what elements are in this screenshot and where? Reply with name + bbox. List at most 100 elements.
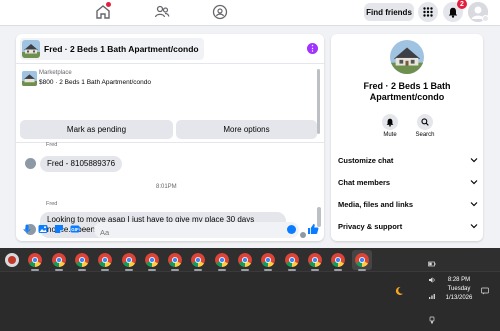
media-files-links-row[interactable]: Media, files and links <box>338 196 478 212</box>
search-label: Search <box>415 132 435 138</box>
emoji-icon[interactable] <box>287 225 296 234</box>
bell-icon <box>448 7 458 18</box>
chrome-icon[interactable] <box>191 253 206 267</box>
running-indicator <box>77 269 86 271</box>
notification-badge: 2 <box>457 0 467 9</box>
message-composer: GIF <box>16 219 324 241</box>
mark-as-pending-button[interactable]: Mark as pending <box>20 120 173 139</box>
chevron-down-icon <box>470 224 478 229</box>
chrome-icon[interactable] <box>307 253 322 267</box>
running-indicator <box>217 269 226 271</box>
running-indicator <box>54 269 63 271</box>
svg-text:GIF: GIF <box>71 227 79 232</box>
taskbar-app-icon[interactable] <box>5 253 19 267</box>
battery-icon[interactable] <box>428 260 436 268</box>
thumbs-up-icon[interactable] <box>307 223 319 235</box>
running-indicator <box>171 269 180 271</box>
message-sender: Fred <box>46 201 58 207</box>
sticker-icon[interactable] <box>54 224 64 234</box>
groups-icon[interactable] <box>212 4 228 20</box>
chrome-icon[interactable] <box>214 253 229 267</box>
chevron-down-icon <box>470 202 478 207</box>
chat-details-panel: Fred · 2 Beds 1 Bath Apartment/condo Mut… <box>331 34 483 241</box>
running-indicator <box>357 269 366 271</box>
sender-avatar[interactable] <box>25 158 36 169</box>
microphone-icon[interactable] <box>22 224 32 234</box>
chevron-down-icon <box>470 158 478 163</box>
running-indicator <box>124 269 133 271</box>
notifications-button[interactable]: 2 <box>443 0 467 22</box>
account-dropdown-caret[interactable] <box>482 15 489 22</box>
more-options-button[interactable]: More options <box>176 120 317 139</box>
windows-taskbar <box>0 248 500 331</box>
gif-icon[interactable]: GIF <box>70 224 80 234</box>
chrome-icon[interactable] <box>144 253 159 267</box>
home-notification-dot <box>106 2 111 7</box>
listing-scrollbar[interactable] <box>317 69 320 134</box>
chrome-icon[interactable] <box>261 253 276 267</box>
clock-time: 8:28 PM <box>447 277 471 283</box>
customize-chat-row[interactable]: Customize chat <box>338 152 478 168</box>
section-label: Media, files and links <box>338 199 414 209</box>
message-thread: Fred Fred - 8105889376 8:01PM Fred Looki… <box>16 142 324 238</box>
chat-title: Fred · 2 Beds 1 Bath Apartment/condo <box>44 44 199 54</box>
running-indicator <box>334 269 343 271</box>
section-label: Privacy & support <box>338 221 403 231</box>
bell-icon <box>386 118 394 127</box>
running-indicator <box>147 269 156 271</box>
search-button[interactable]: Search <box>410 114 440 138</box>
running-indicator <box>310 269 319 271</box>
chrome-icon[interactable] <box>168 253 183 267</box>
listing-description[interactable]: $800 · 2 Beds 1 Bath Apartment/condo <box>39 79 151 86</box>
message-text-field[interactable] <box>94 224 299 241</box>
chat-panel: Fred · 2 Beds 1 Bath Apartment/condo ⋮ M… <box>16 34 324 241</box>
system-clock[interactable]: 8:28 PM Tuesday 1/13/2026 <box>441 276 477 303</box>
chrome-icon[interactable] <box>74 253 89 267</box>
privacy-support-row[interactable]: Privacy & support <box>338 218 478 234</box>
chat-title-pill[interactable]: Fred · 2 Beds 1 Bath Apartment/condo <box>20 38 204 60</box>
chrome-icon[interactable] <box>51 253 66 267</box>
chrome-icon[interactable] <box>121 253 136 267</box>
message-timestamp: 8:01PM <box>156 184 177 190</box>
clock-date: 1/13/2026 <box>445 295 473 301</box>
notification-center-icon[interactable] <box>481 287 489 295</box>
running-indicator <box>287 269 296 271</box>
top-navigation-bar: Find friends 2 <box>0 0 500 26</box>
chrome-icon[interactable] <box>238 253 252 267</box>
info-icon[interactable]: ⋮ <box>307 43 318 54</box>
running-indicator <box>194 269 203 271</box>
find-friends-button[interactable]: Find friends <box>364 3 414 21</box>
volume-icon[interactable] <box>428 276 436 284</box>
photo-icon[interactable] <box>38 224 48 234</box>
mute-label: Mute <box>383 132 397 138</box>
listing-thumbnail <box>22 40 40 58</box>
chrome-icon[interactable] <box>284 253 299 267</box>
moon-icon[interactable] <box>394 286 404 296</box>
running-indicator <box>241 269 249 271</box>
listing-photo <box>390 40 424 74</box>
taskbar-apps <box>0 248 500 272</box>
message-input[interactable] <box>94 222 299 241</box>
message-bubble: Fred - 8105889376 <box>40 156 123 172</box>
chrome-icon[interactable] <box>28 253 43 267</box>
menu-button[interactable] <box>418 2 438 22</box>
usb-icon[interactable] <box>428 316 436 324</box>
marketplace-label: Marketplace <box>39 70 72 76</box>
chat-header: Fred · 2 Beds 1 Bath Apartment/condo ⋮ <box>16 34 324 64</box>
network-icon[interactable] <box>428 292 436 300</box>
section-label: Chat members <box>338 177 391 187</box>
running-indicator <box>101 269 110 271</box>
clock-day: Tuesday <box>447 286 471 292</box>
chrome-icon[interactable] <box>331 253 346 267</box>
running-indicator <box>264 269 273 271</box>
running-indicator <box>31 269 40 271</box>
mute-button[interactable]: Mute <box>375 114 405 138</box>
friends-icon[interactable] <box>154 4 170 20</box>
chrome-icon[interactable] <box>354 253 369 267</box>
listing-small-thumbnail <box>22 71 37 86</box>
search-icon <box>421 118 429 126</box>
message-sender: Fred <box>46 142 58 148</box>
chat-members-row[interactable]: Chat members <box>338 174 478 190</box>
chrome-icon[interactable] <box>98 253 113 267</box>
details-title: Fred · 2 Beds 1 Bath Apartment/condo <box>363 81 451 102</box>
